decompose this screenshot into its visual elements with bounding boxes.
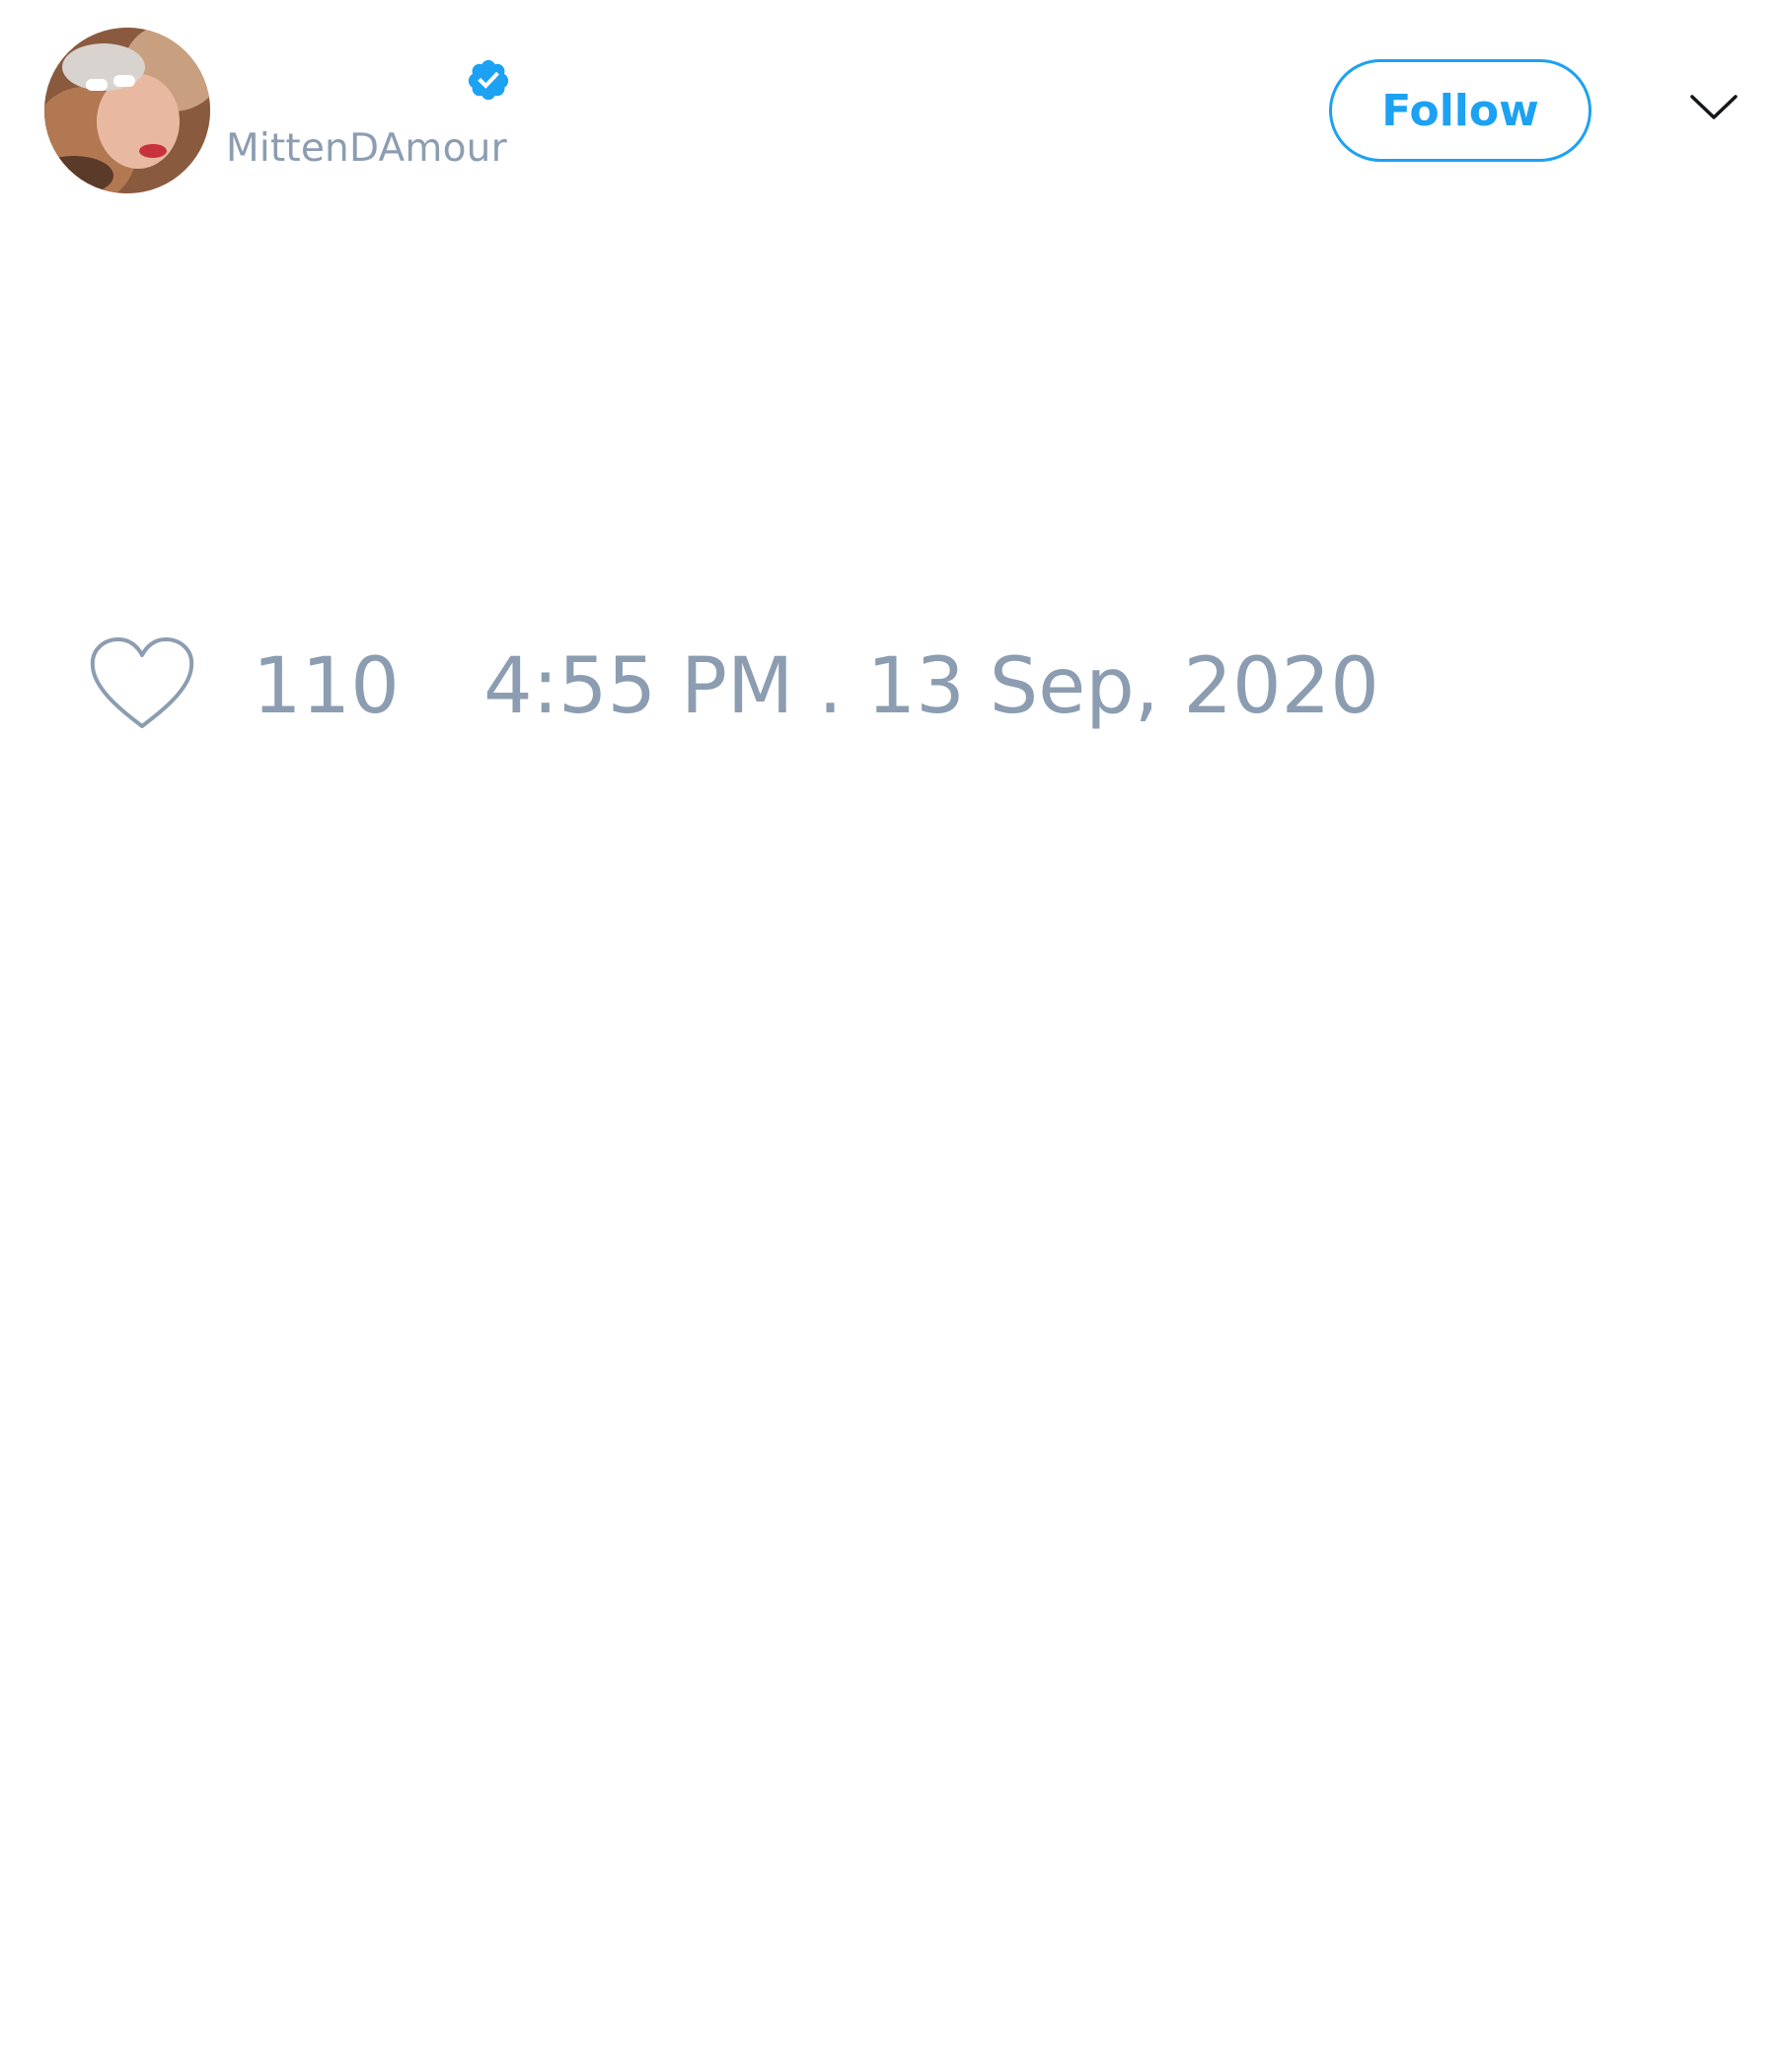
tweet-header: MittenDAmour Follow	[0, 0, 1776, 207]
avatar[interactable]	[44, 28, 210, 193]
username[interactable]: MittenDAmour	[226, 125, 507, 173]
avatar-image	[44, 28, 210, 193]
tweet-timestamp[interactable]: 4:55 PM . 13 Sep, 2020	[483, 639, 1379, 734]
heart-icon[interactable]	[89, 635, 195, 732]
tweet-actions: 110 4:55 PM . 13 Sep, 2020	[0, 631, 1776, 740]
follow-button[interactable]: Follow	[1329, 59, 1591, 162]
chevron-down-icon[interactable]	[1689, 91, 1739, 124]
verified-badge-icon	[468, 59, 509, 101]
like-count: 110	[253, 642, 400, 731]
